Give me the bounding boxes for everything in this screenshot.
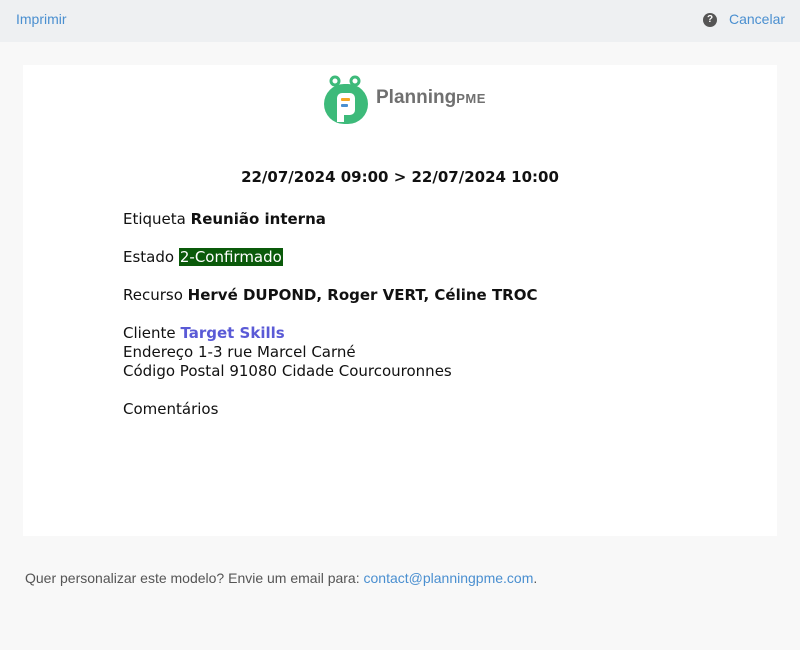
state-row: Estado 2-Confirmado: [123, 248, 283, 266]
logo-name-suffix: PME: [456, 91, 486, 106]
city-value: Courcouronnes: [338, 362, 452, 380]
state-badge: 2-Confirmado: [178, 248, 283, 266]
client-link[interactable]: Target Skills: [180, 324, 284, 342]
postal-key: Código Postal: [123, 362, 225, 380]
address-value: 1-3 rue Marcel Carné: [198, 343, 356, 361]
footer-trailing: .: [533, 570, 538, 586]
footer-text: Quer personalizar este modelo? Envie um …: [25, 570, 360, 586]
resource-row: Recurso Hervé DUPOND, Roger VERT, Céline…: [123, 286, 537, 304]
comments-row: Comentários: [123, 400, 218, 418]
question-circle-icon[interactable]: ?: [703, 13, 717, 27]
logo-name-main: Planning: [376, 87, 457, 108]
resource-key: Recurso: [123, 286, 183, 304]
postal-value: 91080: [229, 362, 278, 380]
postal-row: Código Postal 91080 Cidade Courcouronnes: [123, 362, 452, 380]
cancel-button[interactable]: Cancelar: [729, 11, 785, 27]
state-key: Estado: [123, 248, 175, 266]
logo-wordmark: PlanningPME: [376, 87, 486, 109]
label-value: Reunião interna: [190, 210, 326, 228]
client-row: Cliente Target Skills: [123, 324, 285, 342]
top-toolbar: Imprimir ? Cancelar: [0, 0, 800, 42]
label-key: Etiqueta: [123, 210, 186, 228]
resource-value: Hervé DUPOND, Roger VERT, Céline TROC: [187, 286, 538, 304]
label-row: Etiqueta Reunião interna: [123, 210, 326, 228]
city-key: Cidade: [281, 362, 334, 380]
planningpme-logo: PlanningPME: [321, 74, 491, 126]
client-key: Cliente: [123, 324, 176, 342]
footer-note: Quer personalizar este modelo? Envie um …: [25, 570, 537, 586]
appointment-card: PlanningPME 22/07/2024 09:00 > 22/07/202…: [23, 65, 777, 536]
print-button[interactable]: Imprimir: [16, 11, 67, 27]
date-range: 22/07/2024 09:00 > 22/07/2024 10:00: [241, 168, 559, 186]
comments-key: Comentários: [123, 400, 219, 418]
address-row: Endereço 1-3 rue Marcel Carné: [123, 343, 356, 361]
address-key: Endereço: [123, 343, 194, 361]
contact-email-link[interactable]: contact@planningpme.com: [364, 570, 534, 586]
planningpme-logo-icon: [324, 75, 368, 124]
